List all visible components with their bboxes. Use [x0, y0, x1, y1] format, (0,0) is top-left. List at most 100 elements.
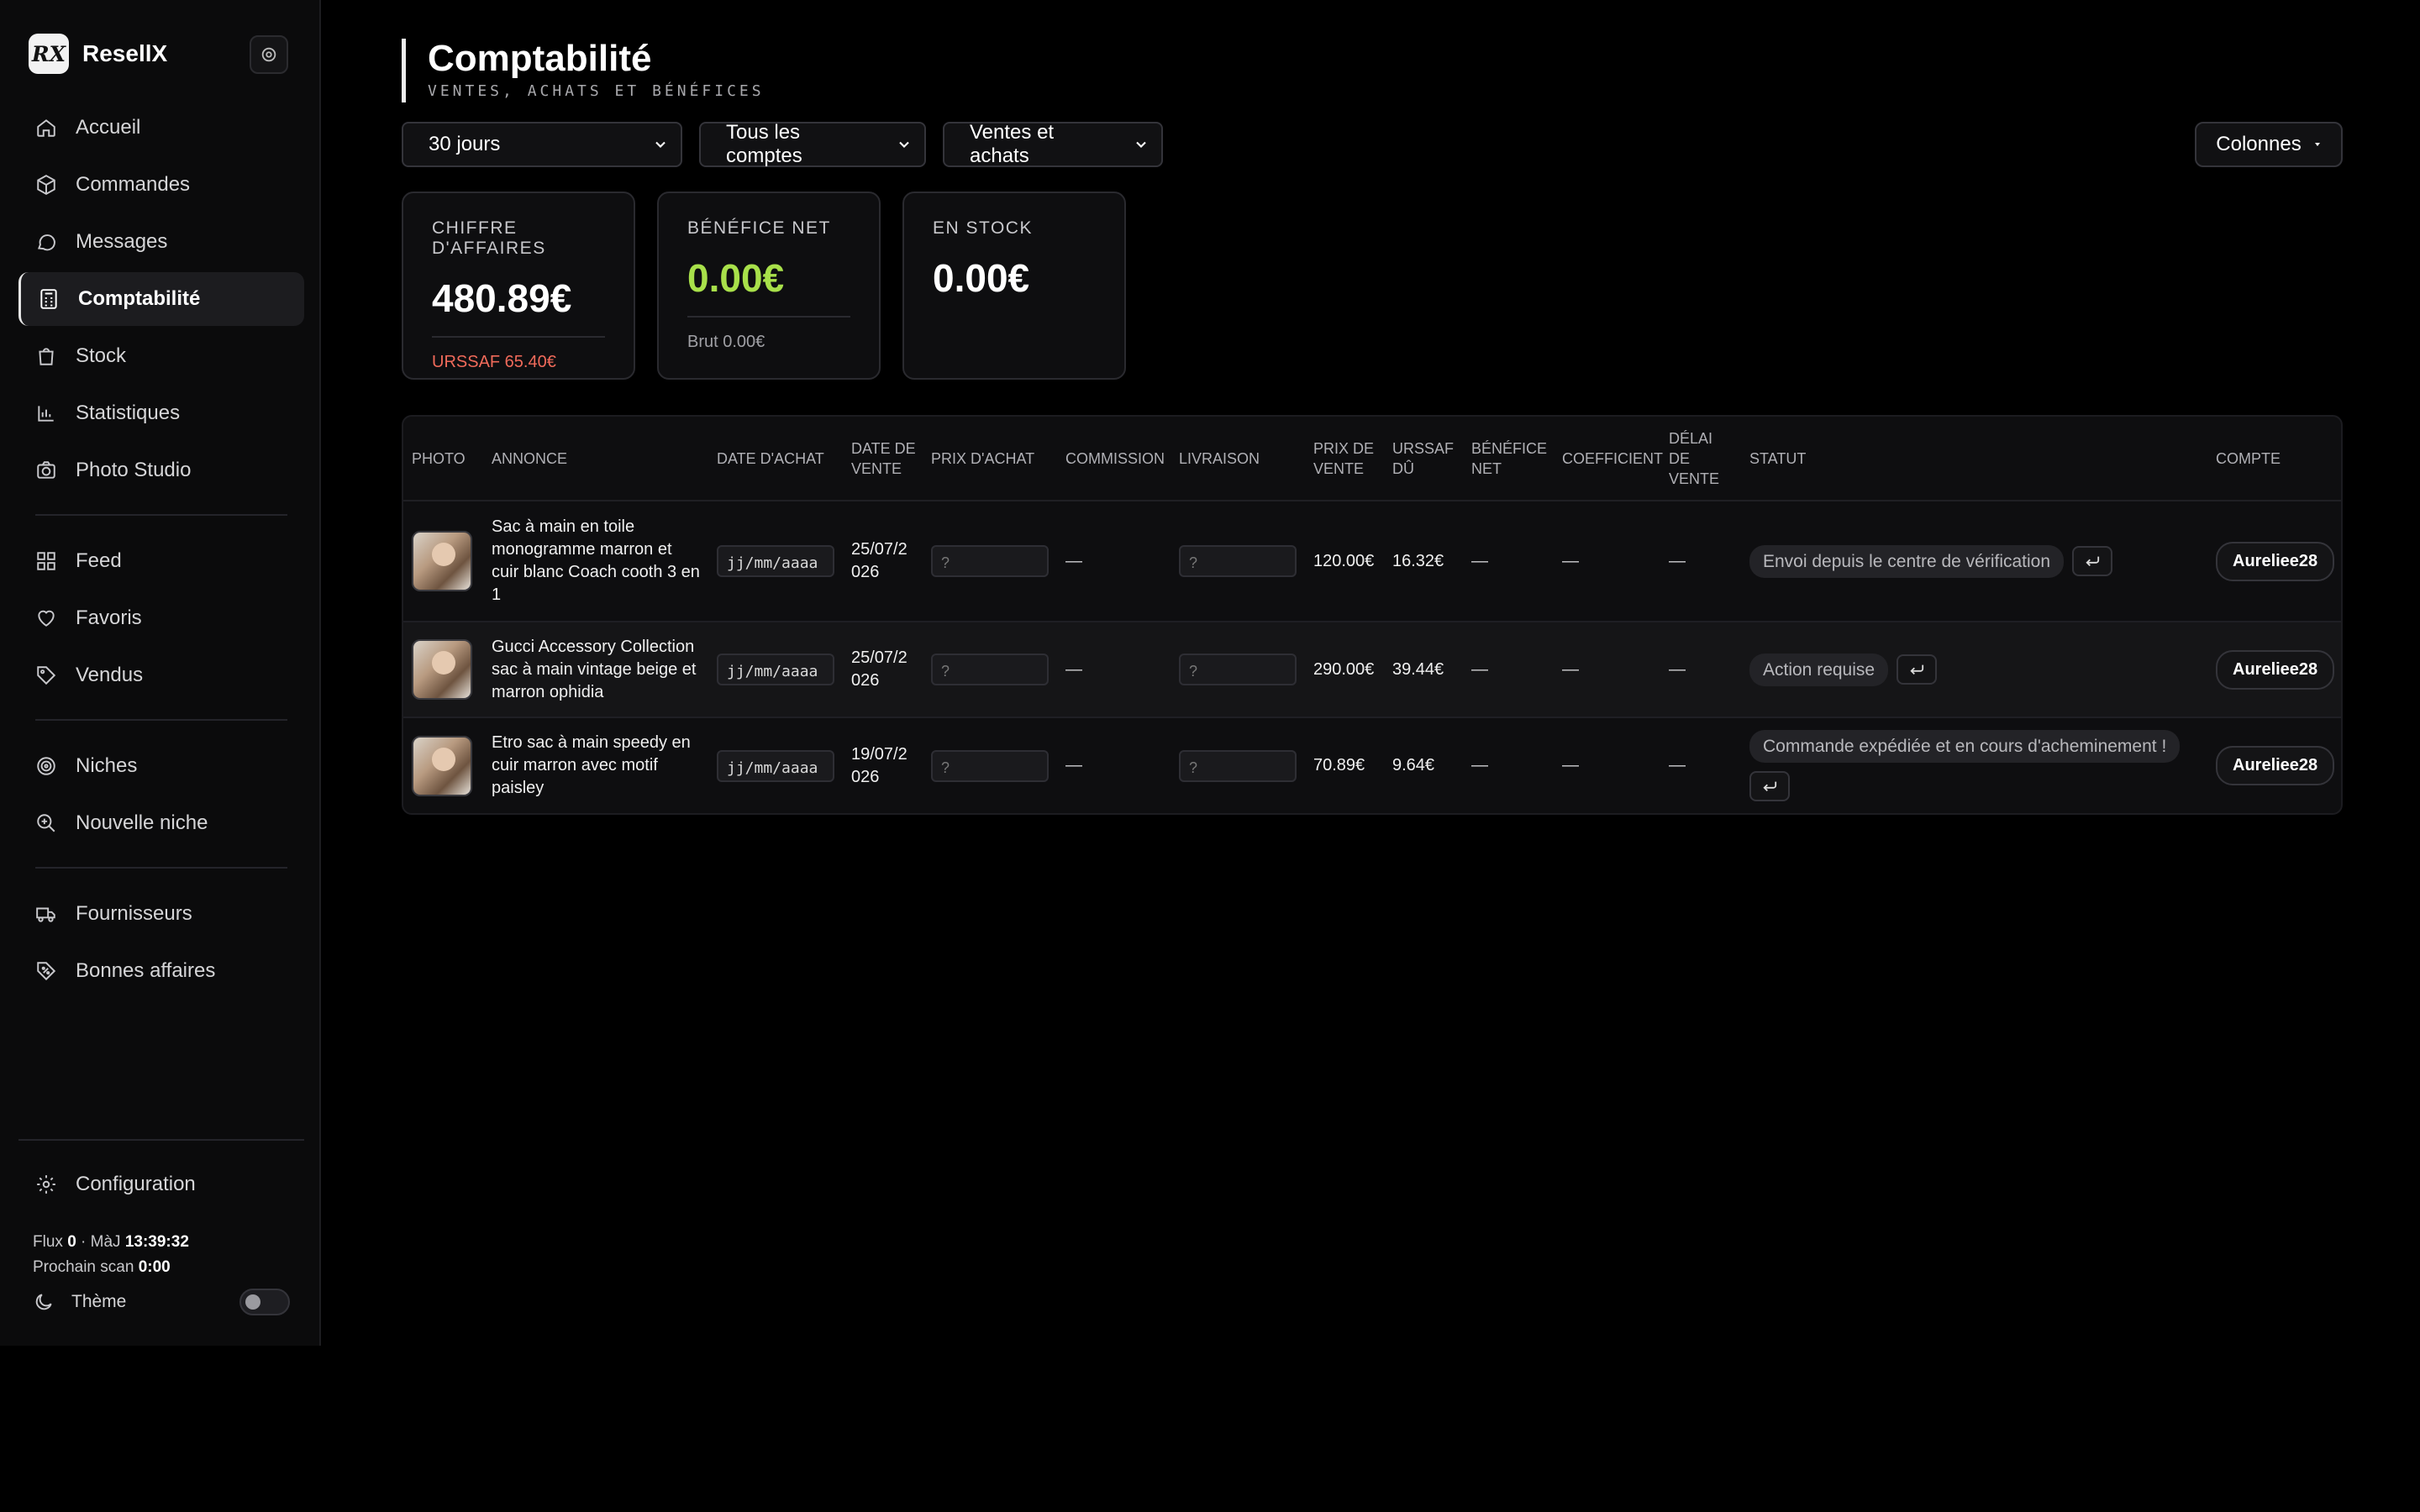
col-compte[interactable]: COMPTE — [2207, 417, 2341, 501]
sidebar-item-statistiques[interactable]: Statistiques — [18, 386, 304, 440]
sidebar-item-label: Niches — [76, 754, 138, 777]
table-row[interactable]: Sac à main en toile monogramme marron et… — [403, 501, 2341, 622]
sidebar-item-label: Comptabilité — [78, 287, 201, 310]
brand[interactable]: RX ResellX — [29, 34, 167, 74]
chevron-down-icon — [1116, 136, 1150, 153]
col-coefficient[interactable]: COEFFICIENT — [1554, 417, 1663, 501]
col-prix-vente[interactable]: PRIX DE VENTE — [1305, 417, 1384, 501]
col-urssaf[interactable]: URSSAF DÛ — [1384, 417, 1463, 501]
gear-small-icon — [261, 47, 276, 62]
kpi-divider — [687, 316, 850, 318]
cell-benefice: — — [1463, 622, 1554, 718]
col-date-achat[interactable]: DATE D'ACHAT — [708, 417, 843, 501]
table-row[interactable]: Etro sac à main speedy en cuir marron av… — [403, 717, 2341, 813]
sidebar-item-fournisseurs[interactable]: Fournisseurs — [18, 887, 304, 941]
moon-icon — [33, 1291, 55, 1313]
product-thumbnail[interactable] — [412, 531, 472, 591]
sidebar-item-label: Commandes — [76, 173, 191, 196]
sidebar-item-label: Nouvelle niche — [76, 811, 208, 834]
reply-button[interactable] — [2072, 546, 2113, 576]
sidebar-item-photo-studio[interactable]: Photo Studio — [18, 444, 304, 497]
kpi-divider — [432, 336, 605, 338]
purchase-date-input[interactable]: jj/mm/aaaa — [717, 749, 834, 782]
bag-icon — [34, 344, 59, 369]
sidebar-item-accueil[interactable]: Accueil — [18, 101, 304, 155]
purchase-date-input[interactable]: jj/mm/aaaa — [717, 654, 834, 685]
columns-button[interactable]: Colonnes — [2195, 122, 2343, 167]
account-badge[interactable]: Aureliee28 — [2216, 746, 2335, 785]
maj-label: · MàJ — [81, 1233, 121, 1251]
cell-annonce: Sac à main en toile monogramme marron et… — [483, 501, 708, 622]
account-badge[interactable]: Aureliee28 — [2216, 649, 2335, 690]
target-icon — [34, 753, 59, 779]
sidebar-item-configuration[interactable]: Configuration — [18, 1158, 304, 1211]
col-statut[interactable]: STATUT — [1741, 417, 2207, 501]
sidebar-item-label: Fournisseurs — [76, 902, 192, 925]
sidebar-settings-button[interactable] — [250, 35, 288, 74]
reply-button[interactable] — [1749, 771, 1790, 801]
camera-icon — [34, 458, 59, 483]
sidebar-item-label: Configuration — [76, 1173, 196, 1195]
kpi-gross: Brut 0.00€ — [687, 333, 765, 351]
cell-date-vente: 25/07/2026 — [843, 622, 923, 718]
shipping-input[interactable]: ? — [1179, 545, 1297, 577]
cell-delai: — — [1669, 756, 1686, 774]
cell-urssaf: 9.64€ — [1392, 756, 1435, 774]
product-thumbnail[interactable] — [412, 735, 472, 796]
accounting-table: PHOTO ANNONCE DATE D'ACHAT DATE DE VENTE… — [402, 415, 2343, 815]
accounts-select[interactable]: Tous les comptes — [699, 121, 926, 167]
purchase-price-input[interactable]: ? — [931, 545, 1049, 577]
period-select-value: 30 jours — [429, 133, 501, 155]
type-select[interactable]: Ventes et achats — [943, 121, 1163, 167]
sidebar-item-label: Vendus — [76, 664, 144, 686]
cell-benefice: — — [1463, 501, 1554, 622]
sidebar-item-favoris[interactable]: Favoris — [18, 591, 304, 645]
sidebar-item-feed[interactable]: Feed — [18, 534, 304, 588]
theme-label: Thème — [71, 1292, 127, 1311]
col-livraison[interactable]: LIVRAISON — [1171, 417, 1305, 501]
scan-status: Flux 0 · MàJ 13:39:32 Prochain scan 0:00 — [33, 1230, 189, 1280]
sidebar-item-niches[interactable]: Niches — [18, 739, 304, 793]
col-benefice[interactable]: BÉNÉFICE NET — [1463, 417, 1554, 501]
chevron-down-icon — [879, 136, 913, 153]
sidebar-item-messages[interactable]: Messages — [18, 215, 304, 269]
purchase-price-input[interactable]: ? — [931, 749, 1049, 782]
period-select[interactable]: 30 jours — [402, 122, 682, 167]
col-delai[interactable]: DÉLAI DE VENTE — [1660, 417, 1741, 501]
col-date-vente[interactable]: DATE DE VENTE — [843, 417, 923, 501]
sidebar-item-bonnes-affaires[interactable]: Bonnes affaires — [18, 944, 304, 998]
col-photo[interactable]: PHOTO — [403, 417, 483, 501]
account-badge[interactable]: Aureliee28 — [2216, 541, 2335, 581]
status-cell: Envoi depuis le centre de vérification — [1749, 544, 2201, 578]
sidebar-divider — [35, 867, 287, 869]
type-select-value: Ventes et achats — [970, 121, 1055, 167]
kpi-cards: CHIFFRE D'AFFAIRES 480.89€ URSSAF 65.40€… — [402, 192, 1148, 380]
col-prix-achat[interactable]: PRIX D'ACHAT — [923, 417, 1057, 501]
table-header-row: PHOTO ANNONCE DATE D'ACHAT DATE DE VENTE… — [403, 417, 2341, 501]
sidebar: RX ResellX Accueil Commandes Messages Co… — [0, 0, 321, 1346]
grid-icon — [34, 549, 59, 574]
sidebar-item-commandes[interactable]: Commandes — [18, 158, 304, 212]
purchase-price-input[interactable]: ? — [931, 654, 1049, 685]
sidebar-item-vendus[interactable]: Vendus — [18, 648, 304, 702]
columns-button-label: Colonnes — [2216, 133, 2302, 155]
sidebar-item-label: Accueil — [76, 116, 141, 139]
product-thumbnail[interactable] — [412, 639, 472, 700]
theme-toggle[interactable] — [239, 1289, 290, 1315]
col-annonce[interactable]: ANNONCE — [483, 417, 708, 501]
table-row[interactable]: Gucci Accessory Collection sac à main vi… — [403, 622, 2341, 718]
sidebar-item-comptabilite[interactable]: Comptabilité — [18, 272, 304, 326]
sidebar-item-label: Photo Studio — [76, 459, 192, 481]
purchase-date-input[interactable]: jj/mm/aaaa — [717, 545, 834, 577]
cell-benefice: — — [1471, 756, 1488, 774]
reply-button[interactable] — [1897, 654, 1938, 685]
sidebar-item-stock[interactable]: Stock — [18, 329, 304, 383]
gear-icon — [34, 1172, 59, 1197]
sidebar-divider — [18, 1139, 304, 1141]
cell-delai: — — [1660, 622, 1741, 718]
shipping-input[interactable]: ? — [1179, 749, 1297, 782]
shipping-input[interactable]: ? — [1179, 654, 1297, 685]
col-commission[interactable]: COMMISSION — [1057, 417, 1171, 501]
cell-prix-vente: 70.89€ — [1313, 756, 1365, 774]
sidebar-item-nouvelle-niche[interactable]: Nouvelle niche — [18, 796, 304, 850]
